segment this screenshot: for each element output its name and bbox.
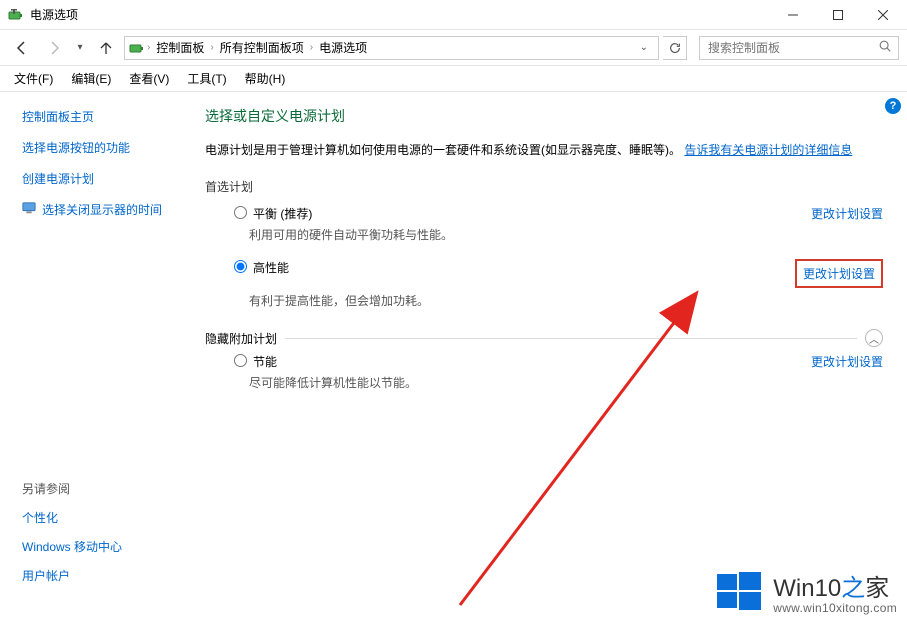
recent-dropdown[interactable]: ▾	[72, 34, 88, 62]
plan-high-change-link[interactable]: 更改计划设置	[795, 259, 883, 288]
plan-high-radio[interactable]	[234, 260, 247, 273]
monitor-icon	[22, 201, 36, 218]
search-icon[interactable]	[878, 39, 892, 56]
plan-balanced-desc: 利用可用的硬件自动平衡功耗与性能。	[249, 226, 883, 243]
close-button[interactable]	[860, 0, 905, 30]
chevron-right-icon: ›	[147, 42, 150, 53]
chevron-right-icon: ›	[310, 42, 313, 53]
page-heading: 选择或自定义电源计划	[205, 106, 883, 126]
sidebar-link-mobility-center[interactable]: Windows 移动中心	[22, 538, 183, 555]
plan-saver-desc: 尽可能降低计算机性能以节能。	[249, 374, 883, 391]
sidebar-see-also-head: 另请参阅	[22, 480, 183, 497]
chevron-up-icon[interactable]: ︿	[865, 329, 883, 347]
up-button[interactable]	[92, 34, 120, 62]
menu-file[interactable]: 文件(F)	[6, 67, 61, 90]
plan-balanced-row: 平衡 (推荐) 更改计划设置	[229, 205, 883, 222]
sidebar-link-user-accounts[interactable]: 用户帐户	[22, 567, 183, 584]
sidebar-link-power-button[interactable]: 选择电源按钮的功能	[22, 139, 183, 156]
plan-saver-row: 节能 更改计划设置	[229, 353, 883, 370]
plan-saver-radio[interactable]	[234, 354, 247, 367]
forward-button[interactable]	[40, 34, 68, 62]
search-input[interactable]	[706, 40, 878, 56]
page-description: 电源计划是用于管理计算机如何使用电源的一套硬件和系统设置(如显示器亮度、睡眠等)…	[205, 140, 883, 160]
sidebar-link-personalization[interactable]: 个性化	[22, 509, 183, 526]
minimize-button[interactable]	[770, 0, 815, 30]
plan-high-name[interactable]: 高性能	[253, 259, 289, 276]
sidebar-link-display-off[interactable]: 选择关闭显示器的时间	[22, 201, 183, 218]
navbar: ▾ › 控制面板 › 所有控制面板项 › 电源选项 ⌄	[0, 30, 907, 66]
address-dropdown[interactable]: ⌄	[634, 42, 654, 53]
battery-icon	[129, 40, 145, 56]
menu-help[interactable]: 帮助(H)	[237, 67, 294, 90]
plan-saver-change-link[interactable]: 更改计划设置	[811, 353, 883, 370]
plan-balanced-radio[interactable]	[234, 206, 247, 219]
breadcrumb-all-items[interactable]: 所有控制面板项	[216, 39, 308, 56]
plan-balanced-name[interactable]: 平衡 (推荐)	[253, 205, 312, 222]
breadcrumb-control-panel[interactable]: 控制面板	[152, 39, 208, 56]
back-button[interactable]	[8, 34, 36, 62]
help-icon[interactable]: ?	[885, 98, 901, 114]
battery-icon	[8, 7, 24, 23]
body: 控制面板主页 选择电源按钮的功能 创建电源计划 选择关闭显示器的时间 另请参阅 …	[0, 92, 907, 620]
learn-more-link[interactable]: 告诉我有关电源计划的详细信息	[684, 143, 852, 157]
plan-high-row: 高性能 更改计划设置	[229, 259, 883, 288]
preferred-plans-head: 首选计划	[205, 178, 883, 195]
sidebar: 控制面板主页 选择电源按钮的功能 创建电源计划 选择关闭显示器的时间 另请参阅 …	[0, 92, 195, 620]
menu-view[interactable]: 查看(V)	[121, 67, 177, 90]
sidebar-home[interactable]: 控制面板主页	[22, 108, 183, 125]
search-box[interactable]	[699, 36, 899, 60]
address-bar[interactable]: › 控制面板 › 所有控制面板项 › 电源选项 ⌄	[124, 36, 659, 60]
content: ? 选择或自定义电源计划 电源计划是用于管理计算机如何使用电源的一套硬件和系统设…	[195, 92, 907, 620]
chevron-right-icon: ›	[210, 42, 213, 53]
window-title: 电源选项	[30, 6, 78, 23]
titlebar: 电源选项	[0, 0, 907, 30]
menubar: 文件(F) 编辑(E) 查看(V) 工具(T) 帮助(H)	[0, 66, 907, 92]
plan-saver-name[interactable]: 节能	[253, 353, 277, 370]
sidebar-link-create-plan[interactable]: 创建电源计划	[22, 170, 183, 187]
watermark-brand: Win10之家	[773, 575, 889, 603]
refresh-button[interactable]	[663, 36, 687, 60]
plan-high-desc: 有利于提高性能，但会增加功耗。	[249, 292, 883, 309]
watermark: Win10之家 www.win10xitong.com	[715, 568, 897, 616]
windows-logo-icon	[715, 568, 763, 616]
watermark-url: www.win10xitong.com	[773, 602, 897, 616]
breadcrumb-power-options[interactable]: 电源选项	[315, 39, 371, 56]
menu-tools[interactable]: 工具(T)	[179, 67, 234, 90]
maximize-button[interactable]	[815, 0, 860, 30]
menu-edit[interactable]: 编辑(E)	[63, 67, 119, 90]
hidden-plans-head[interactable]: 隐藏附加计划 ︿	[205, 329, 883, 347]
plan-balanced-change-link[interactable]: 更改计划设置	[811, 205, 883, 222]
